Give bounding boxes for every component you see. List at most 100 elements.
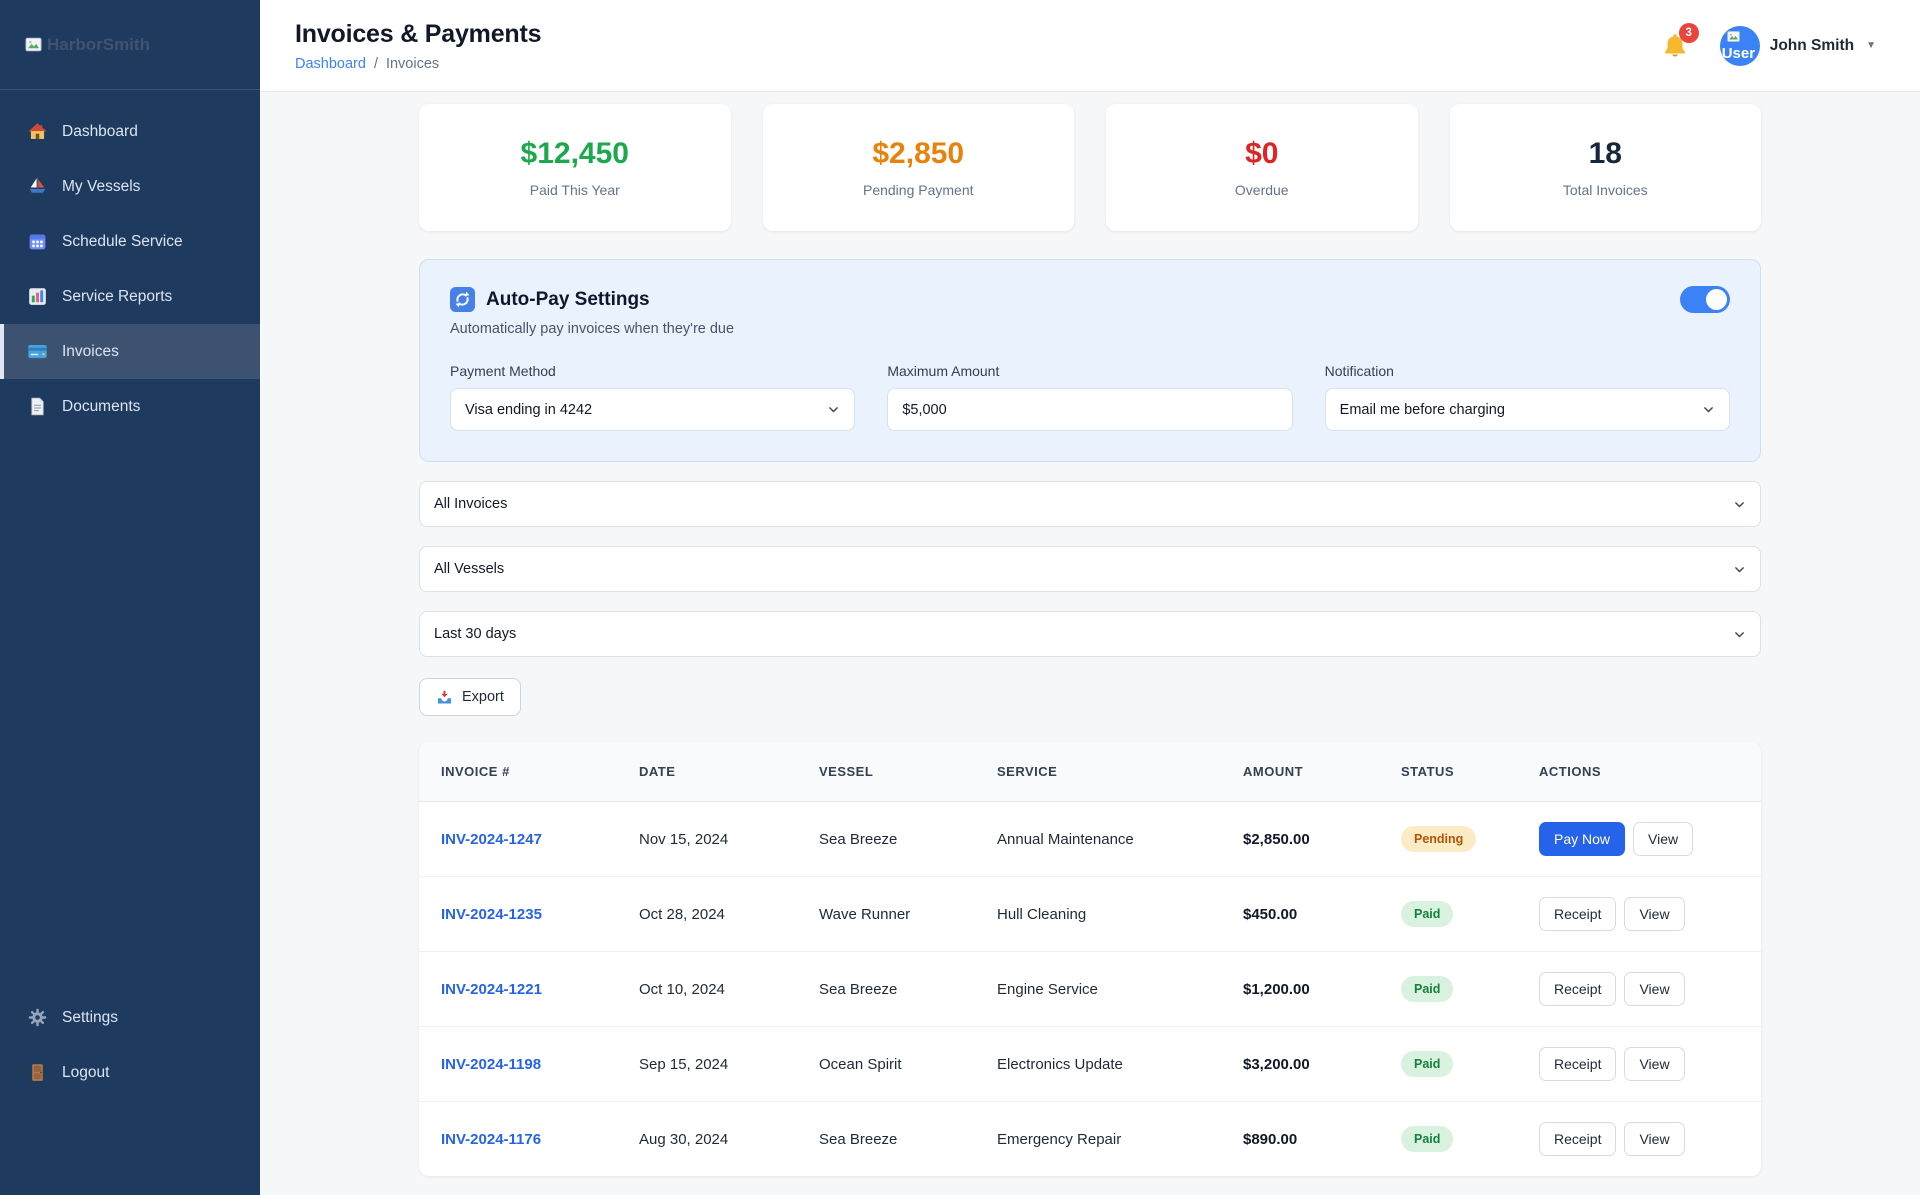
breadcrumb-dashboard-link[interactable]: Dashboard — [295, 56, 366, 72]
invoice-link[interactable]: INV-2024-1221 — [441, 981, 542, 998]
chevron-down-icon — [1702, 403, 1715, 416]
vessel-cell: Sea Breeze — [801, 1101, 979, 1176]
invoice-link[interactable]: INV-2024-1198 — [441, 1056, 541, 1073]
door-icon — [26, 1062, 48, 1083]
invoice-link[interactable]: INV-2024-1176 — [441, 1131, 541, 1148]
sidebar-item-schedule-service[interactable]: Schedule Service — [0, 214, 260, 269]
payment-method-select[interactable]: Visa ending in 4242 — [450, 388, 856, 431]
sidebar-item-dashboard[interactable]: Dashboard — [0, 104, 260, 159]
maximum-amount-input[interactable] — [887, 388, 1293, 431]
invoice-link[interactable]: INV-2024-1247 — [441, 831, 542, 848]
service-cell: Hull Cleaning — [979, 876, 1225, 952]
stat-value: $0 — [1245, 137, 1279, 170]
status-cell: Pending — [1383, 802, 1521, 877]
pay-now-button[interactable]: Pay Now — [1539, 822, 1626, 856]
content: $12,450 Paid This Year $2,850 Pending Payme… — [260, 92, 1920, 1195]
receipt-button[interactable]: Receipt — [1539, 1047, 1617, 1081]
autopay-subtitle: Automatically pay invoices when they're … — [450, 321, 735, 337]
status-cell: Paid — [1383, 876, 1521, 952]
column-header-status: STATUS — [1383, 742, 1521, 802]
toggle-knob — [1706, 289, 1727, 310]
payment-method-value: Visa ending in 4242 — [465, 401, 593, 418]
service-cell: Engine Service — [979, 951, 1225, 1027]
avatar: User — [1719, 25, 1760, 66]
view-button[interactable]: View — [1624, 897, 1685, 931]
sailboat-icon — [26, 176, 48, 197]
content-container: $12,450 Paid This Year $2,850 Pending Payme… — [419, 92, 1761, 1195]
view-button[interactable]: View — [1624, 972, 1685, 1006]
refresh-icon — [450, 287, 475, 312]
topbar: Invoices & Payments Dashboard / Invoices… — [260, 0, 1920, 92]
invoice-status-filter[interactable]: All Invoices — [419, 481, 1761, 527]
view-button[interactable]: View — [1624, 1047, 1685, 1081]
table-row: INV-2024-1247 Nov 15, 2024 Sea Breeze Annua… — [419, 802, 1761, 877]
home-icon — [26, 121, 48, 142]
stat-card-overdue: $0 Overdue — [1106, 104, 1418, 231]
vessel-filter-value: All Vessels — [434, 561, 505, 577]
view-button[interactable]: View — [1633, 822, 1694, 856]
table-row: INV-2024-1198 Sep 15, 2024 Ocean Spirit Ele… — [419, 1026, 1761, 1102]
receipt-button[interactable]: Receipt — [1539, 972, 1617, 1006]
sidebar-item-documents[interactable]: Documents — [0, 379, 260, 434]
sidebar-footer: Settings Logout — [0, 990, 260, 1195]
vessel-cell: Sea Breeze — [819, 830, 898, 848]
date-range-filter-value: Last 30 days — [434, 626, 517, 642]
main-area: Invoices & Payments Dashboard / Invoices… — [260, 0, 1920, 1195]
app-root: HarborSmith Dashboard My Vessels Schedule … — [0, 0, 1920, 1195]
sidebar-nav: Dashboard My Vessels Schedule Service Servi… — [0, 90, 260, 434]
topbar-right: 3 User John Smith ▼ — [1660, 22, 1876, 66]
invoice-link[interactable]: INV-2024-1235 — [441, 906, 542, 923]
invoice-cell: INV-2024-1235 — [419, 876, 621, 952]
export-button[interactable]: Export — [419, 678, 521, 716]
status-cell: Paid — [1383, 1026, 1521, 1102]
stat-card-pending-payment: $2,850 Pending Payment — [762, 104, 1074, 231]
sidebar-item-label: Schedule Service — [62, 232, 183, 250]
sidebar-item-label: Invoices — [62, 342, 119, 360]
sidebar-item-my-vessels[interactable]: My Vessels — [0, 159, 260, 214]
sidebar-item-service-reports[interactable]: Service Reports — [0, 269, 260, 324]
vessel-filter[interactable]: All Vessels — [419, 546, 1761, 592]
document-icon — [26, 396, 48, 417]
chevron-down-icon — [1733, 628, 1746, 641]
sidebar-item-logout[interactable]: Logout — [0, 1045, 260, 1100]
notification-value: Email me before charging — [1339, 401, 1505, 418]
chevron-down-icon — [1733, 498, 1746, 511]
broken-image-icon — [24, 35, 43, 54]
autopay-title: Auto-Pay Settings — [486, 288, 650, 310]
view-button[interactable]: View — [1624, 1122, 1685, 1156]
status-badge: Paid — [1401, 1126, 1454, 1152]
invoice-status-filter-value: All Invoices — [434, 496, 508, 512]
stat-label: Overdue — [1234, 182, 1289, 198]
notifications-button[interactable]: 3 — [1660, 22, 1699, 61]
column-header-actions: ACTIONS — [1521, 742, 1761, 802]
notification-field-group: Notification Email me before charging — [1324, 363, 1730, 431]
vessel-cell: Wave Runner — [801, 876, 979, 952]
autopay-toggle[interactable] — [1680, 286, 1730, 313]
sidebar-item-label: Settings — [62, 1008, 119, 1026]
autopay-title-wrap: Auto-Pay Settings — [450, 287, 650, 312]
sidebar-item-settings[interactable]: Settings — [0, 990, 260, 1045]
invoice-cell: INV-2024-1198 — [419, 1026, 621, 1102]
user-name: John Smith — [1769, 36, 1855, 54]
stat-value: $12,450 — [520, 137, 629, 170]
receipt-button[interactable]: Receipt — [1539, 897, 1617, 931]
user-menu[interactable]: User John Smith ▼ — [1719, 25, 1876, 66]
sidebar-item-label: Service Reports — [62, 287, 173, 305]
receipt-button[interactable]: Receipt — [1539, 1122, 1617, 1156]
date-range-filter[interactable]: Last 30 days — [419, 611, 1761, 657]
autopay-panel: Auto-Pay Settings Automatically pay invo… — [419, 259, 1761, 462]
sidebar-item-invoices[interactable]: Invoices — [0, 324, 260, 379]
breadcrumb-separator: / — [373, 55, 378, 72]
notification-select[interactable]: Email me before charging — [1324, 388, 1730, 431]
stat-value: 18 — [1588, 137, 1622, 170]
topbar-left: Invoices & Payments Dashboard / Invoices — [295, 20, 542, 72]
maximum-amount-field-group: Maximum Amount — [887, 363, 1293, 431]
actions-cell: Pay Now View — [1521, 802, 1761, 877]
stats-row: $12,450 Paid This Year $2,850 Pending Payme… — [419, 104, 1761, 231]
notification-badge: 3 — [1678, 22, 1699, 43]
service-cell: Electronics Update — [979, 1026, 1225, 1102]
autopay-header: Auto-Pay Settings — [450, 286, 1730, 313]
status-badge: Paid — [1401, 1051, 1454, 1077]
date-cell: Oct 10, 2024 — [621, 951, 801, 1027]
status-cell: Paid — [1383, 951, 1521, 1027]
